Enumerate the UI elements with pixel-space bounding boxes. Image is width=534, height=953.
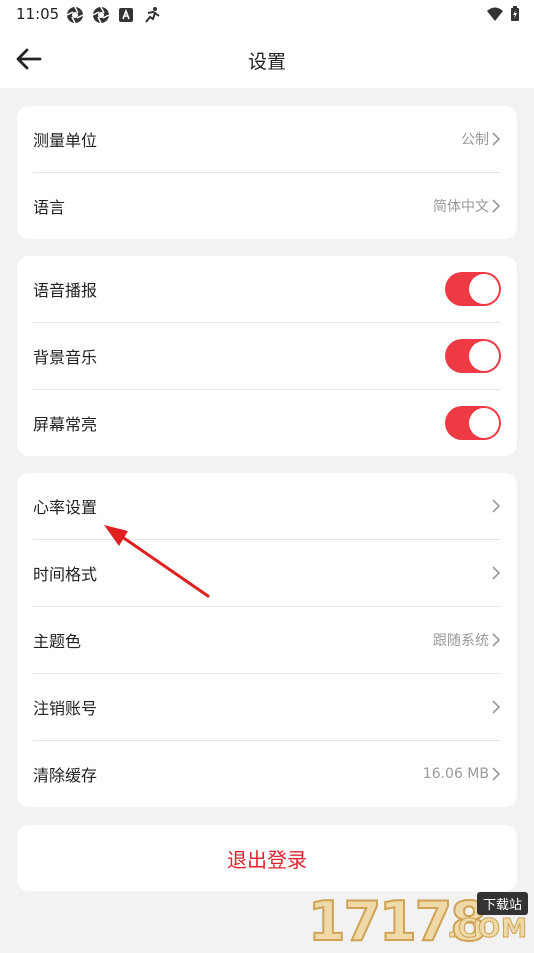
row-label: 屏幕常亮	[33, 415, 98, 434]
status-time: 11:05	[16, 5, 60, 23]
row-value-wrap	[489, 498, 501, 514]
row-theme-color[interactable]: 主题色 跟随系统	[33, 606, 501, 673]
logout-button[interactable]: 退出登录	[17, 825, 517, 891]
row-label: 心率设置	[33, 498, 98, 517]
toggle-knob	[469, 274, 499, 304]
chevron-right-icon	[492, 700, 501, 714]
row-background-music: 背景音乐	[33, 322, 501, 389]
running-icon	[145, 7, 160, 23]
row-label: 语音播报	[33, 281, 98, 300]
chevron-right-icon	[492, 132, 501, 146]
settings-card-general: 心率设置 时间格式 主题色 跟随系统 注销账号 清除缓存 16.06 MB	[17, 473, 517, 807]
chevron-right-icon	[492, 767, 501, 781]
voice-broadcast-toggle[interactable]	[445, 272, 501, 306]
row-label: 背景音乐	[33, 348, 98, 367]
row-label: 主题色	[33, 632, 82, 651]
row-delete-account[interactable]: 注销账号	[33, 673, 501, 740]
row-screen-always-on: 屏幕常亮	[33, 389, 501, 456]
status-notification-icons	[66, 6, 162, 24]
row-value-wrap	[489, 565, 501, 581]
row-voice-broadcast: 语音播报	[33, 256, 501, 322]
row-label: 时间格式	[33, 565, 98, 584]
row-label: 语言	[33, 198, 66, 217]
a-icon	[119, 8, 133, 22]
watermark-tag: 下载站	[476, 892, 528, 915]
settings-card-toggles: 语音播报 背景音乐 屏幕常亮	[17, 256, 517, 456]
header: 设置	[0, 30, 534, 88]
chevron-right-icon	[492, 199, 501, 213]
page-title: 设置	[247, 51, 286, 73]
screen-always-on-toggle[interactable]	[445, 406, 501, 440]
row-value-wrap: 跟随系统	[433, 630, 501, 650]
aperture-icon	[92, 6, 110, 24]
row-value-wrap: 简体中文	[433, 196, 501, 216]
row-label: 测量单位	[33, 131, 98, 150]
row-value-wrap: 16.06 MB	[423, 766, 501, 782]
row-value-wrap: 公制	[461, 129, 501, 149]
row-clear-cache[interactable]: 清除缓存 16.06 MB	[33, 740, 501, 807]
row-time-format[interactable]: 时间格式	[33, 539, 501, 606]
aperture-icon	[66, 6, 84, 24]
background-music-toggle[interactable]	[445, 339, 501, 373]
row-value: 跟随系统	[433, 633, 489, 649]
settings-card-units-language: 测量单位 公制 语言 简体中文	[17, 106, 517, 239]
row-value: 16.06 MB	[422, 766, 489, 782]
wifi-icon	[487, 7, 503, 21]
toggle-knob	[469, 408, 499, 438]
chevron-right-icon	[492, 566, 501, 580]
row-value-wrap	[489, 699, 501, 715]
row-value: 简体中文	[433, 199, 489, 215]
chevron-right-icon	[492, 633, 501, 647]
row-language[interactable]: 语言 简体中文	[33, 172, 501, 239]
watermark-com: .COM	[447, 914, 528, 945]
row-heart-rate-settings[interactable]: 心率设置	[33, 473, 501, 539]
row-measurement-unit[interactable]: 测量单位 公制	[33, 106, 501, 172]
logout-label: 退出登录	[227, 847, 307, 872]
battery-icon	[511, 6, 519, 21]
toggle-knob	[469, 341, 499, 371]
row-value: 公制	[461, 132, 489, 148]
status-system-icons	[486, 6, 520, 22]
status-bar: 11:05	[0, 0, 534, 30]
chevron-right-icon	[492, 499, 501, 513]
watermark-logo: 17178 下载站 .COM	[307, 888, 534, 953]
row-label: 注销账号	[33, 699, 98, 718]
row-label: 清除缓存	[33, 766, 98, 785]
